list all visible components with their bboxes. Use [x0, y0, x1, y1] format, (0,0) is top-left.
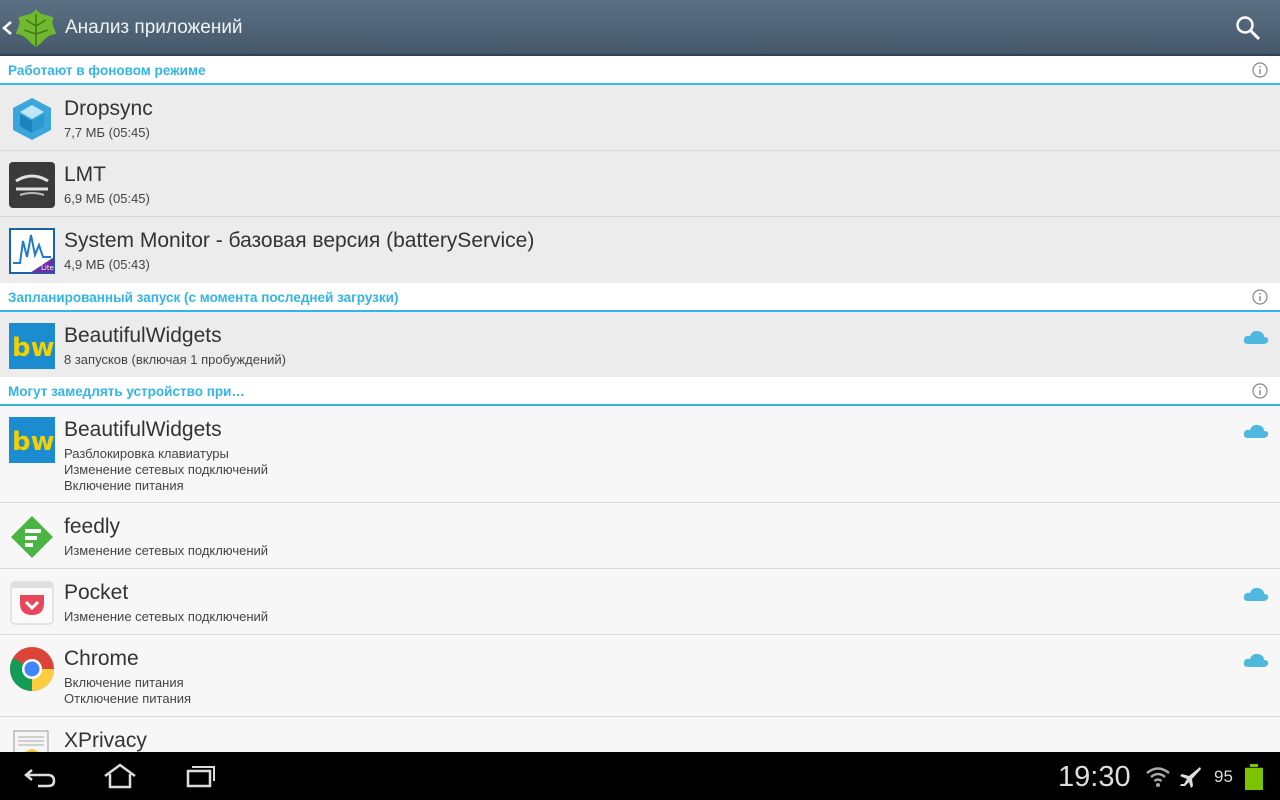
app-detail: Отключение питания	[64, 691, 192, 706]
system-nav-bar: 19:30 95	[0, 752, 1280, 800]
app-name: Chrome	[64, 647, 139, 670]
list-item[interactable]: feedly Изменение сетевых подключений	[0, 503, 1280, 569]
app-name: Pocket	[64, 581, 129, 604]
app-name: BeautifulWidgets	[64, 324, 222, 347]
app-detail: Включение питания	[64, 675, 184, 690]
battery-percent: 95	[1214, 767, 1233, 786]
nav-back-icon[interactable]	[22, 762, 58, 790]
svg-text:bw: bw	[12, 333, 55, 363]
app-name: feedly	[64, 515, 121, 538]
info-icon[interactable]	[1252, 383, 1268, 399]
app-analysis-list[interactable]: Работают в фоновом режиме Dropsync 7,7 М…	[0, 56, 1280, 752]
app-name: Dropsync	[64, 97, 153, 120]
app-title: Анализ приложений	[65, 17, 243, 38]
list-item[interactable]: bw BeautifulWidgets 8 запусков (включая …	[0, 312, 1280, 377]
list-item[interactable]: Pocket Изменение сетевых подключений	[0, 569, 1280, 635]
section-title: Могут замедлять устройство при…	[8, 384, 245, 399]
app-detail: Изменение сетевых подключений	[64, 462, 269, 477]
clock: 19:30	[1058, 761, 1131, 793]
xprivacy-icon	[13, 730, 49, 752]
app-detail: 7,7 МБ (05:45)	[64, 125, 150, 140]
app-detail: Разблокировка клавиатуры	[64, 446, 229, 461]
app-detail: Включение питания	[64, 478, 184, 493]
battery-icon	[1245, 764, 1263, 790]
app-name: XPrivacy	[64, 729, 147, 752]
chevron-left-icon[interactable]	[0, 14, 14, 42]
search-icon[interactable]	[1234, 14, 1262, 42]
app-detail: 6,9 МБ (05:45)	[64, 191, 150, 206]
chrome-icon	[10, 647, 54, 691]
cloud-icon	[1243, 424, 1269, 438]
dropsync-icon	[13, 98, 51, 140]
app-detail: Изменение сетевых подключений	[64, 609, 269, 624]
app-detail: 4,9 МБ (05:43)	[64, 257, 150, 272]
cloud-icon	[1243, 653, 1269, 667]
cloud-icon	[1243, 330, 1269, 344]
wifi-icon	[1146, 767, 1170, 787]
app-name: System Monitor - базовая версия (battery…	[64, 229, 535, 252]
feedly-icon	[11, 516, 53, 558]
app-detail: 8 запусков (включая 1 пробуждений)	[64, 352, 286, 367]
svg-text:Lite: Lite	[41, 264, 54, 272]
list-item[interactable]: Chrome Включение питания Отключение пита…	[0, 635, 1280, 717]
list-item[interactable]: bw BeautifulWidgets Разблокировка клавиа…	[0, 406, 1280, 503]
cloud-icon	[1243, 587, 1269, 601]
section-header-background: Работают в фоновом режиме	[0, 56, 1280, 85]
section-header-scheduled: Запланированный запуск (с момента послед…	[0, 283, 1280, 312]
action-bar: Анализ приложений	[0, 0, 1280, 56]
greenify-leaf-icon[interactable]	[14, 6, 58, 50]
info-icon[interactable]	[1252, 62, 1268, 78]
list-item[interactable]: Dropsync 7,7 МБ (05:45)	[0, 85, 1280, 151]
beautifulwidgets-icon: bw	[9, 417, 55, 463]
app-name: BeautifulWidgets	[64, 418, 222, 441]
system-monitor-lite-icon: Lite	[9, 228, 55, 274]
beautifulwidgets-icon: bw	[9, 323, 55, 369]
info-icon[interactable]	[1252, 289, 1268, 305]
lmt-icon	[9, 162, 55, 208]
section-header-slowdown: Могут замедлять устройство при…	[0, 377, 1280, 406]
list-item[interactable]: XPrivacy	[0, 717, 1280, 752]
svg-text:bw: bw	[12, 427, 55, 457]
nav-recents-icon[interactable]	[182, 762, 218, 790]
pocket-icon	[10, 581, 54, 625]
section-title: Работают в фоновом режиме	[8, 63, 206, 78]
list-item[interactable]: Lite System Monitor - базовая версия (ba…	[0, 217, 1280, 283]
section-title: Запланированный запуск (с момента послед…	[8, 290, 399, 305]
app-name: LMT	[64, 163, 106, 186]
app-detail: Изменение сетевых подключений	[64, 543, 269, 558]
airplane-icon	[1180, 767, 1201, 788]
nav-home-icon[interactable]	[102, 762, 138, 790]
list-item[interactable]: LMT 6,9 МБ (05:45)	[0, 151, 1280, 217]
